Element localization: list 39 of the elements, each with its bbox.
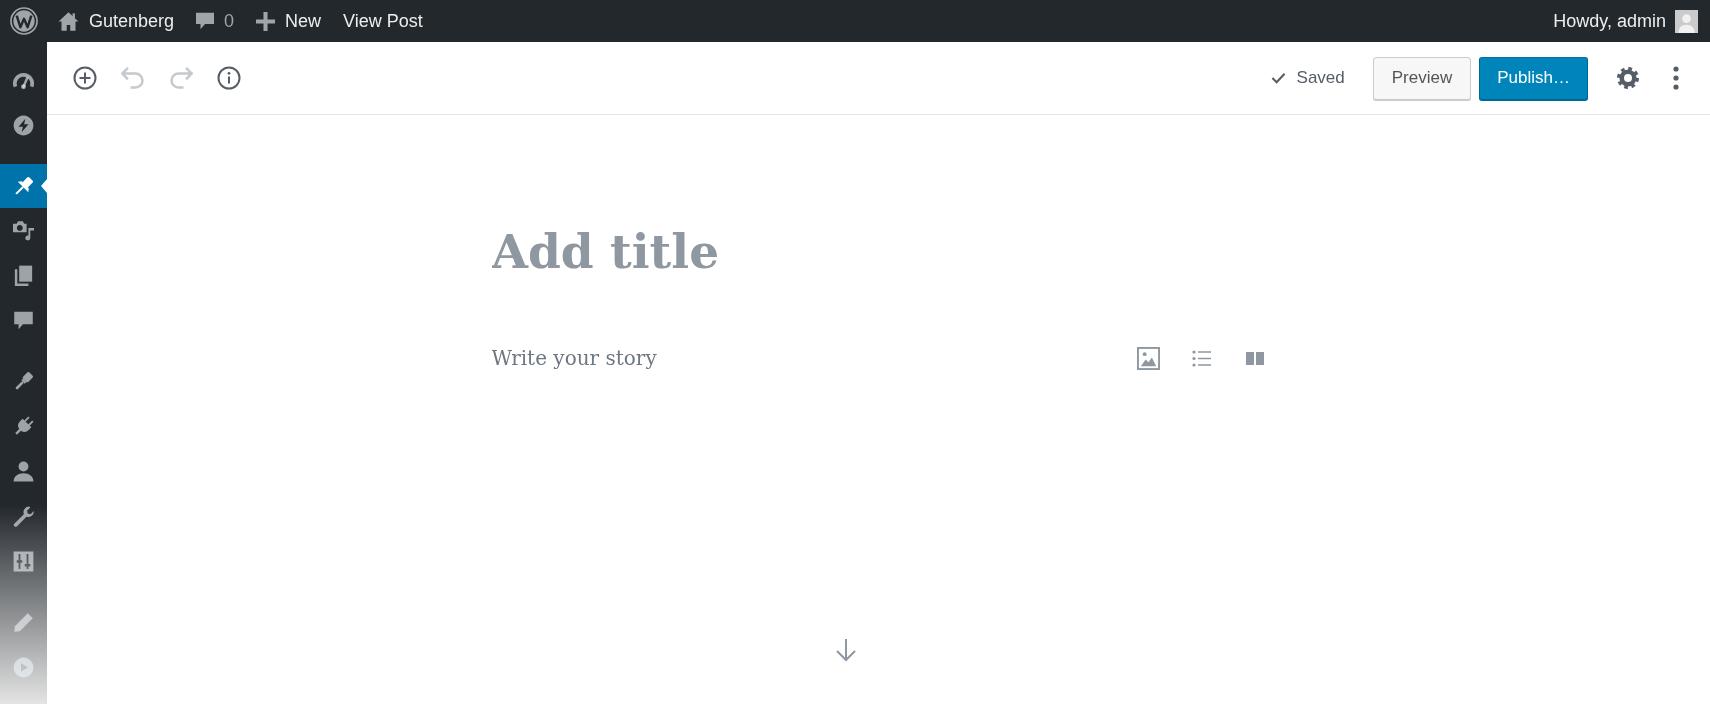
plus-icon xyxy=(256,11,276,31)
wrench-icon xyxy=(13,506,34,527)
speech-bubble-icon xyxy=(196,12,215,30)
paintbrush-icon xyxy=(13,371,34,392)
image-icon xyxy=(1137,346,1160,370)
vertical-dots-icon xyxy=(1673,66,1679,90)
title-field[interactable]: Add title xyxy=(491,221,724,282)
house-icon xyxy=(58,10,79,32)
settings-icon xyxy=(1616,66,1640,90)
new-content-link[interactable]: New xyxy=(245,0,333,42)
view-post-link[interactable]: View Post xyxy=(332,0,434,42)
preview-button[interactable]: Preview xyxy=(1372,56,1472,100)
save-status: Saved xyxy=(1296,67,1345,90)
curved-right-arrow-icon xyxy=(169,66,193,90)
plus-circle-icon xyxy=(73,66,97,90)
pushpin-icon xyxy=(13,175,34,197)
curved-left-arrow-icon xyxy=(121,66,145,90)
plug-icon xyxy=(13,416,34,437)
pages-icon xyxy=(13,265,34,286)
pencil-icon xyxy=(13,612,34,633)
gauge-icon xyxy=(13,70,34,91)
site-logo-icon xyxy=(9,7,38,35)
selection-pointer-icon xyxy=(41,179,47,193)
site-name-link[interactable]: Gutenberg xyxy=(47,0,186,42)
person-icon xyxy=(13,461,34,482)
list-icon xyxy=(1192,349,1211,367)
check-icon xyxy=(1270,72,1286,84)
speech-bubble-icon xyxy=(13,310,34,331)
camera-music-icon xyxy=(13,220,34,241)
body-field[interactable]: Write your story xyxy=(491,343,662,373)
comments-link[interactable]: 0 xyxy=(185,0,246,42)
sidebar-menu-item[interactable] xyxy=(0,164,47,208)
sliders-icon xyxy=(13,551,34,572)
account-link[interactable]: Howdy, admin xyxy=(1542,0,1710,42)
info-icon xyxy=(217,66,241,90)
columns-icon xyxy=(1245,351,1264,365)
down-arrow-icon xyxy=(834,638,857,662)
avatar-icon xyxy=(1675,9,1698,33)
publish-button[interactable]: Publish… xyxy=(1479,56,1588,100)
